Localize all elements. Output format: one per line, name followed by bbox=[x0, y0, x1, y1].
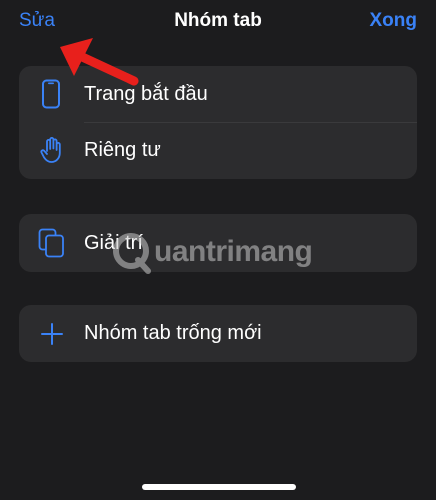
tab-group-private[interactable]: Riêng tư bbox=[19, 122, 417, 178]
watermark-logo-icon bbox=[113, 233, 151, 274]
new-tab-group-label: Nhóm tab trống mới bbox=[84, 322, 262, 344]
new-empty-tab-group-button[interactable]: Nhóm tab trống mới bbox=[19, 305, 417, 362]
tabs-copy-icon bbox=[37, 228, 67, 258]
hand-icon bbox=[37, 135, 67, 165]
navigation-bar: Sửa Nhóm tab Xong bbox=[0, 0, 436, 44]
done-button[interactable]: Xong bbox=[370, 10, 418, 32]
tab-group-start-page[interactable]: Trang bắt đầu bbox=[19, 66, 417, 122]
watermark-text: uantrimang bbox=[154, 235, 313, 268]
tab-group-label: Riêng tư bbox=[84, 138, 161, 161]
watermark: uantrimang bbox=[112, 228, 332, 276]
home-indicator bbox=[142, 484, 296, 490]
new-tab-group-section: Nhóm tab trống mới bbox=[19, 305, 417, 362]
tab-group-label: Trang bắt đầu bbox=[84, 82, 208, 105]
plus-icon bbox=[37, 319, 67, 349]
tab-group-list-default: Trang bắt đầu Riêng tư bbox=[19, 66, 417, 179]
iphone-icon bbox=[37, 79, 67, 109]
